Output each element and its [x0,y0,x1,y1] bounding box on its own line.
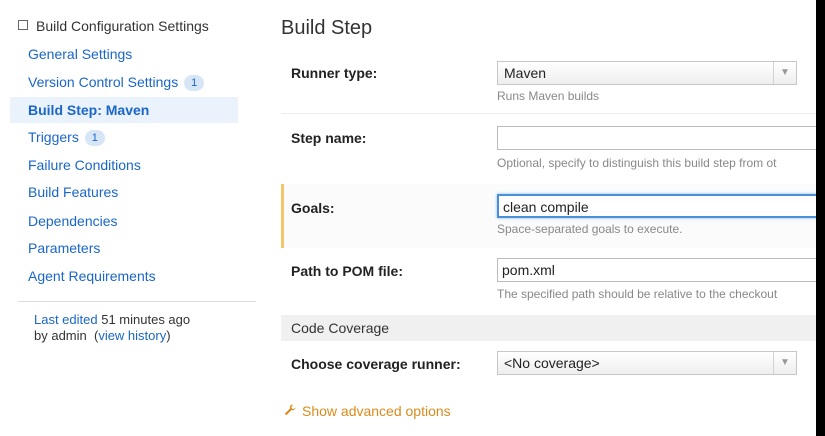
sidebar-item-label: Triggers [28,129,79,145]
goals-label: Goals: [291,200,335,216]
coverage-runner-label: Choose coverage runner: [291,356,461,372]
sidebar-header-label: Build Configuration Settings [36,18,209,34]
chevron-down-icon: ▼ [773,352,796,374]
sidebar-item-label: Failure Conditions [28,157,141,173]
page-title: Build Step [281,17,373,39]
pom-path-input[interactable]: pom.xml [497,258,825,282]
pom-path-hint: The specified path should be relative to… [497,287,778,301]
edit-history: Last edited 51 minutes ago by admin (vie… [34,312,191,343]
sidebar-item-label: Version Control Settings [28,74,179,90]
count-badge: 1 [84,130,105,146]
coverage-runner-select[interactable]: <No coverage> ▼ [497,351,797,375]
step-name-hint: Optional, specify to distinguish this bu… [497,156,777,170]
sidebar-item-label: Parameters [28,240,101,256]
show-advanced-options-label: Show advanced options [302,403,451,419]
sidebar-item-failure-conditions[interactable]: Failure Conditions [10,152,238,178]
sidebar-item-build-features[interactable]: Build Features [10,179,238,205]
sidebar-item-general-settings[interactable]: General Settings [10,41,238,67]
sidebar-item-label: Agent Requirements [28,268,156,284]
last-edited-link[interactable]: Last edited [34,312,98,327]
sidebar-divider [18,301,256,302]
sidebar-item-label: General Settings [28,46,133,62]
step-name-label: Step name: [291,130,367,146]
row-divider [281,113,825,114]
chevron-down-icon: ▼ [773,62,796,84]
sidebar-item-agent-requirements[interactable]: Agent Requirements [10,263,238,289]
pom-path-label: Path to POM file: [291,263,403,279]
view-history-link[interactable]: view history [98,328,166,343]
sidebar-item-triggers[interactable]: Triggers 1 [10,124,238,150]
sidebar-item-version-control[interactable]: Version Control Settings 1 [10,69,238,95]
sidebar-item-label: Dependencies [28,213,118,229]
sidebar-item-dependencies[interactable]: Dependencies [10,208,238,234]
goals-hint: Space-separated goals to execute. [497,222,683,236]
runner-type-value: Maven [504,65,547,81]
coverage-runner-value: <No coverage> [504,355,600,371]
runner-type-label: Runner type: [291,65,378,81]
step-name-input[interactable] [497,126,825,150]
runner-type-hint: Runs Maven builds [497,89,600,103]
code-coverage-section: Code Coverage [281,315,825,341]
sidebar-item-parameters[interactable]: Parameters [10,235,238,261]
sidebar-item-label: Build Step: Maven [28,102,150,118]
runner-type-select[interactable]: Maven ▼ [497,61,797,85]
goals-input[interactable]: clean compile [497,194,825,218]
sidebar-item-build-step[interactable]: Build Step: Maven [10,97,238,123]
wrench-icon [284,403,296,419]
count-badge: 1 [184,75,205,91]
last-edited-time: 51 minutes ago [101,312,191,327]
sidebar-item-label: Build Features [28,184,119,200]
sidebar-header: Build Configuration Settings [18,18,209,34]
show-advanced-options-link[interactable]: Show advanced options [284,403,451,419]
collapse-box-icon[interactable] [18,20,28,30]
window-edge [816,0,825,436]
edited-by: by admin [34,328,87,343]
